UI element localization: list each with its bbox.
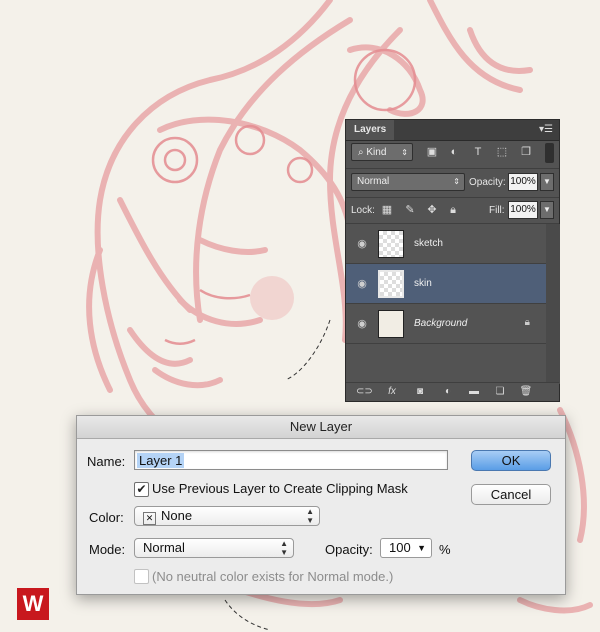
clipping-mask-label: Use Previous Layer to Create Clipping Ma… [152,481,408,496]
chevron-down-icon[interactable]: ▼ [417,539,426,557]
trash-icon[interactable]: 🗑︎ [518,385,534,399]
layers-scrollbar[interactable] [546,224,560,384]
layer-row-skin[interactable]: ◉ skin [346,264,546,304]
dialog-title: New Layer [77,416,565,439]
color-label: Color: [89,510,124,525]
fill-label: Fill: [489,205,505,216]
new-layer-icon[interactable]: ❏ [492,385,508,399]
fx-icon[interactable]: fx [384,385,400,399]
chevron-updown-icon: ▲ ▼ [306,507,314,525]
eye-icon[interactable]: ◉ [355,277,369,291]
tab-layers[interactable]: Layers [346,120,395,140]
opacity-dropdown-icon[interactable]: ▼ [540,173,554,191]
adjustment-icon[interactable]: ◐ [440,385,456,399]
cancel-button[interactable]: Cancel [471,484,551,505]
divider [346,197,559,198]
layer-thumbnail [378,230,404,258]
chevron-updown-icon: ⇕ [401,148,408,157]
eye-icon[interactable]: ◉ [355,237,369,251]
chevron-updown-icon: ▲ ▼ [280,539,288,557]
layers-bottom-toolbar: ⊂⊃ fx ◙ ◐ ▬ ❏ 🗑︎ [346,382,559,401]
clipping-mask-checkbox[interactable]: ✔ [134,482,149,497]
search-icon: ⌕ [358,147,364,158]
color-select[interactable]: ✕ None ▲ ▼ [134,506,320,526]
layer-thumbnail [378,310,404,338]
panel-menu-icon[interactable]: ▾☰ [539,124,553,135]
eye-icon[interactable]: ◉ [355,317,369,331]
mode-select[interactable]: Normal ▲ ▼ [134,538,294,558]
layers-panel: Layers ▾☰ ⌕ Kind ⇕ ▣ ◐ T ⬚ ❐ Normal ⇕ Op… [345,119,560,402]
mask-icon[interactable]: ◙ [412,385,428,399]
lock-icon: 🔒︎ [524,317,530,328]
neutral-color-label: (No neutral color exists for Normal mode… [152,569,394,584]
chevron-updown-icon: ⇕ [453,177,460,186]
mode-label: Mode: [89,542,126,557]
layer-row-sketch[interactable]: ◉ sketch [346,224,546,264]
no-color-icon: ✕ [143,512,156,525]
opacity-label: Opacity: [469,177,506,188]
opacity-label: Opacity: [325,542,373,557]
mode-value: Normal [143,540,185,555]
opacity-field[interactable]: 100 ▼ [380,538,432,558]
layer-row-background[interactable]: ◉ Background 🔒︎ [346,304,546,344]
lock-all-icon[interactable]: 🔒︎ [447,204,459,216]
fill-dropdown-icon[interactable]: ▼ [540,201,554,219]
pixel-filter-icon[interactable]: ▣ [425,145,439,159]
blend-mode-select[interactable]: Normal ⇕ [351,173,465,191]
kind-filter-select[interactable]: ⌕ Kind ⇕ [351,143,413,161]
opacity-input[interactable]: 100% [508,173,538,191]
divider [346,168,559,169]
folder-icon[interactable]: ▬ [466,385,482,399]
name-value: Layer 1 [137,453,185,468]
adjustment-filter-icon[interactable]: ◐ [447,145,461,159]
neutral-color-checkbox[interactable] [134,569,149,584]
shape-filter-icon[interactable]: ⬚ [495,145,509,159]
link-icon[interactable]: ⊂⊃ [356,385,373,399]
lock-position-icon[interactable]: ✥ [426,204,438,216]
filter-toggle[interactable] [545,143,554,163]
layers-tabbar: Layers ▾☰ [346,120,559,141]
name-label: Name: [87,454,126,469]
new-layer-dialog: New Layer Name: Layer 1 ✔ Use Previous L… [76,415,566,595]
kind-label: Kind [366,147,387,158]
opacity-unit: % [439,542,451,557]
filter-row: ⌕ Kind ⇕ ▣ ◐ T ⬚ ❐ [351,143,554,163]
blend-mode-value: Normal [357,176,390,187]
layer-name: sketch [414,238,443,249]
lock-label: Lock: [351,205,375,216]
layer-thumbnail [378,270,404,298]
type-filter-icon[interactable]: T [471,145,485,159]
watermark-logo: W [17,588,49,620]
layer-name: skin [414,278,432,289]
lock-transparency-icon[interactable]: ▦ [381,204,393,216]
lock-paint-icon[interactable]: ✎ [404,204,416,216]
name-field[interactable]: Layer 1 [134,450,448,470]
color-value: None [161,508,193,523]
layer-name: Background [414,318,468,329]
ok-button[interactable]: OK [471,450,551,471]
fill-input[interactable]: 100% [508,201,538,219]
opacity-value: 100 [389,540,411,555]
smart-object-filter-icon[interactable]: ❐ [519,145,533,159]
